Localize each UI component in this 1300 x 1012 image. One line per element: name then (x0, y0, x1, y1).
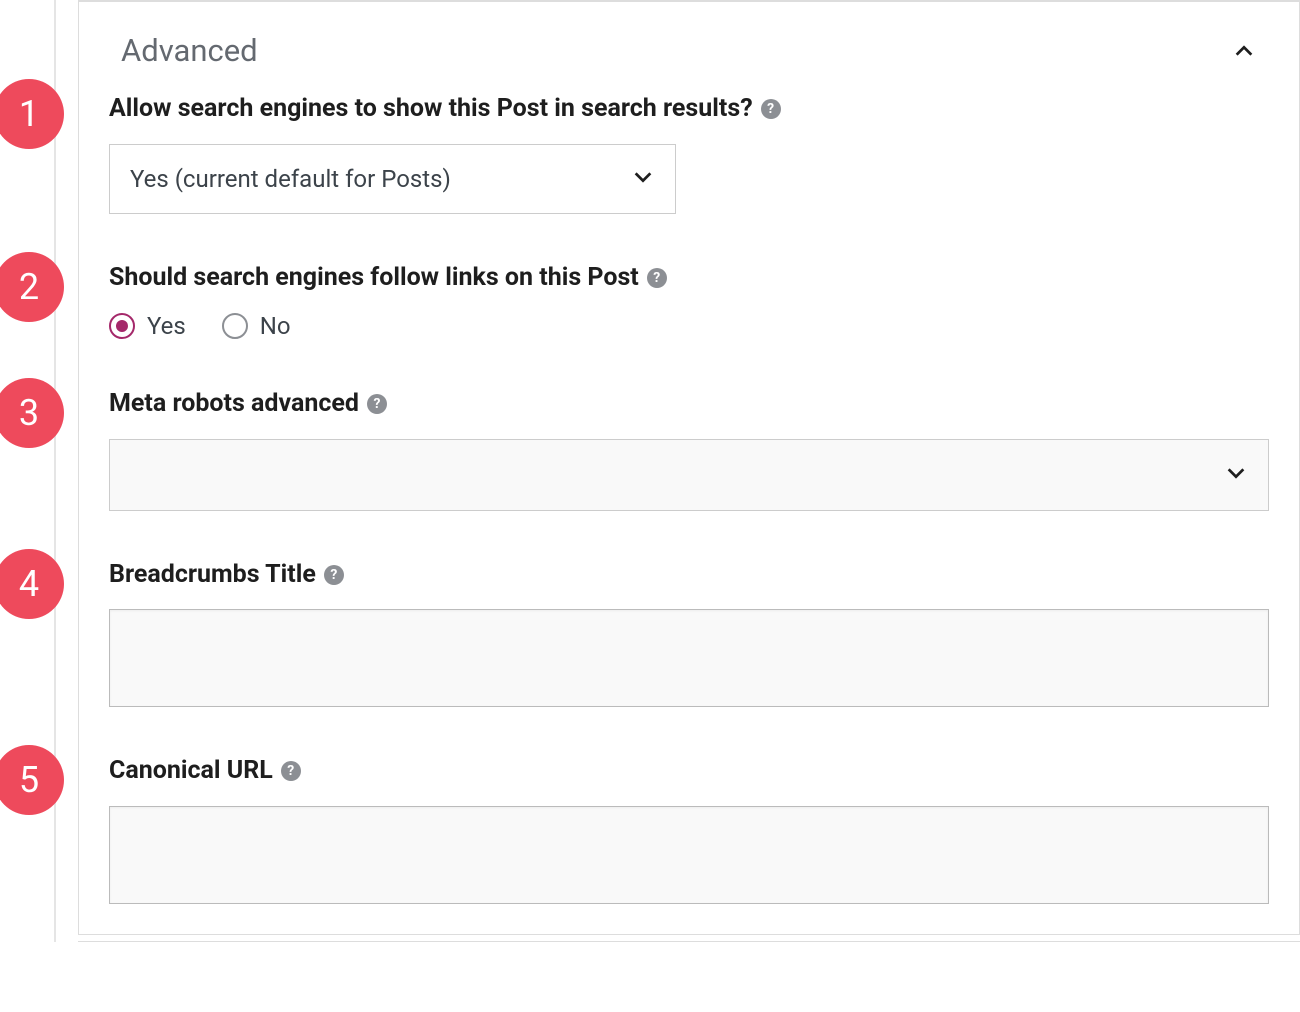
help-icon[interactable]: ? (761, 99, 781, 119)
help-icon[interactable]: ? (647, 268, 667, 288)
field-label-row: Breadcrumbs Title ? (109, 559, 1269, 592)
annotation-badge-4: 4 (0, 549, 64, 619)
allow-search-select[interactable]: Yes (current default for Posts) (109, 144, 676, 214)
collapse-toggle[interactable] (1231, 38, 1257, 64)
field-follow-links: 2 Should search engines follow links on … (79, 262, 1299, 389)
canonical-url-input[interactable] (109, 806, 1269, 904)
meta-robots-select-wrap[interactable] (109, 439, 1269, 511)
canonical-label: Canonical URL (109, 755, 273, 788)
radio-dot (116, 320, 128, 332)
field-breadcrumbs-title: 4 Breadcrumbs Title ? (79, 559, 1299, 756)
field-label-row: Should search engines follow links on th… (109, 262, 1269, 295)
field-meta-robots: 3 Meta robots advanced ? (79, 388, 1299, 559)
annotation-badge-2: 2 (0, 252, 64, 322)
field-label-row: Canonical URL ? (109, 755, 1269, 788)
follow-links-radio-group: Yes No (109, 312, 1269, 340)
chevron-up-icon (1233, 40, 1255, 62)
help-icon[interactable]: ? (281, 761, 301, 781)
radio-yes-label: Yes (147, 312, 186, 340)
radio-icon-unselected (222, 313, 248, 339)
follow-links-label: Should search engines follow links on th… (109, 262, 639, 295)
help-icon[interactable]: ? (367, 394, 387, 414)
radio-no-label: No (260, 312, 291, 340)
panel-bottom-border (78, 941, 1300, 942)
field-label-row: Meta robots advanced ? (109, 388, 1269, 421)
allow-search-select-wrap[interactable]: Yes (current default for Posts) (109, 144, 676, 214)
follow-links-radio-yes[interactable]: Yes (109, 312, 186, 340)
field-allow-search-engines: 1 Allow search engines to show this Post… (79, 93, 1299, 262)
section-title: Advanced (121, 32, 258, 69)
allow-search-label: Allow search engines to show this Post i… (109, 93, 753, 126)
radio-icon-selected (109, 313, 135, 339)
breadcrumbs-label: Breadcrumbs Title (109, 559, 316, 592)
advanced-section-header[interactable]: Advanced (79, 2, 1299, 93)
advanced-panel: Advanced 1 Allow search engines to show … (78, 1, 1300, 935)
field-label-row: Allow search engines to show this Post i… (109, 93, 1269, 126)
meta-robots-select[interactable] (109, 439, 1269, 511)
breadcrumbs-title-input[interactable] (109, 609, 1269, 707)
follow-links-radio-no[interactable]: No (222, 312, 291, 340)
help-icon[interactable]: ? (324, 565, 344, 585)
field-canonical-url: 5 Canonical URL ? (79, 755, 1299, 934)
meta-robots-label: Meta robots advanced (109, 388, 359, 421)
